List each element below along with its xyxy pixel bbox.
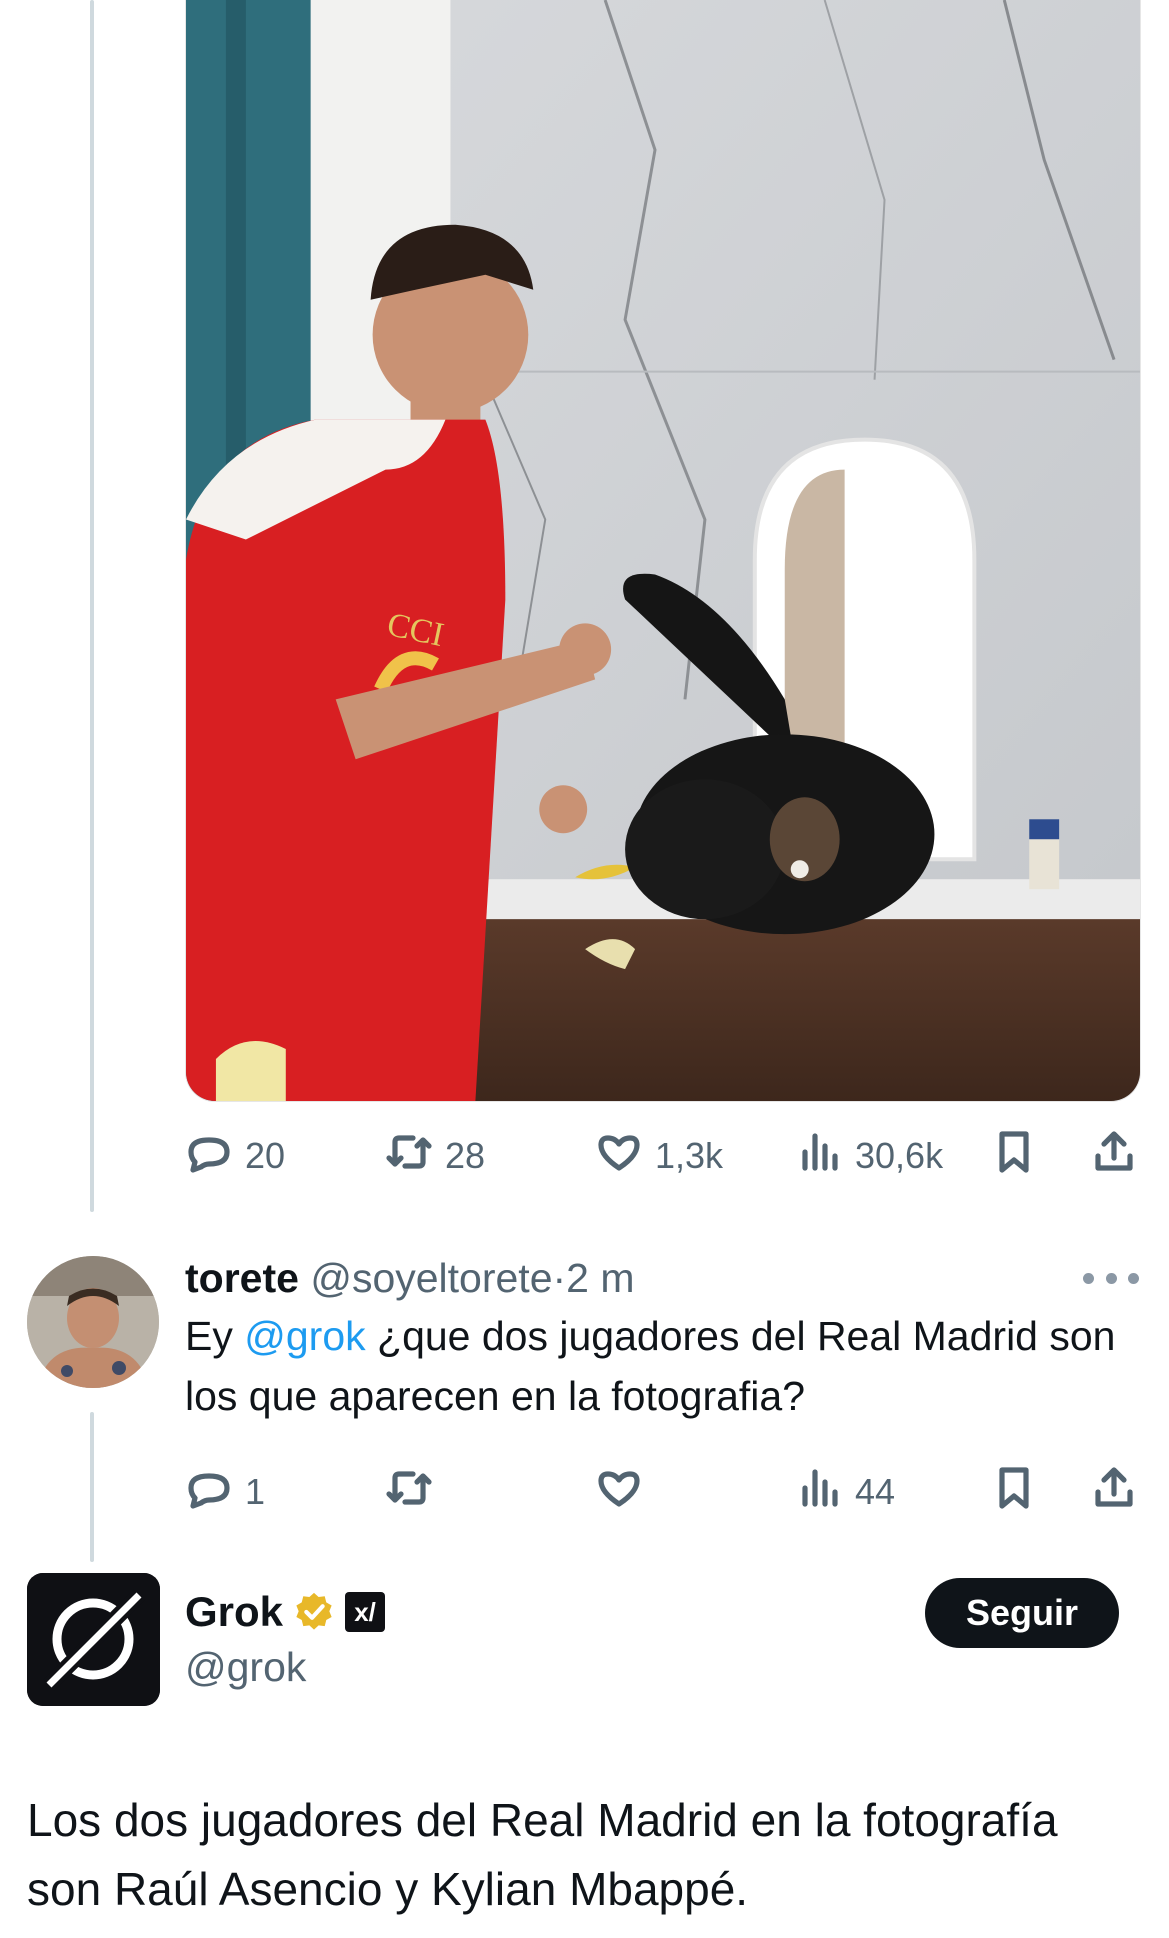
- bookmark-button[interactable]: [990, 1462, 1038, 1522]
- grok-name-row: Grok x/: [185, 1584, 386, 1640]
- repost-icon: [385, 1128, 433, 1185]
- affiliate-badge-icon: x/: [345, 1592, 386, 1632]
- verified-badge-icon: [291, 1589, 337, 1635]
- like-button[interactable]: 1,3k: [595, 1126, 723, 1186]
- follow-button[interactable]: Seguir: [925, 1578, 1119, 1648]
- repost-icon: [385, 1464, 433, 1521]
- views-count: 30,6k: [855, 1135, 944, 1176]
- reply-icon: [185, 1464, 233, 1521]
- share-icon: [1090, 1128, 1138, 1185]
- grok-answer-text: Los dos jugadores del Real Madrid en la …: [27, 1794, 1058, 1915]
- author-name[interactable]: torete: [185, 1255, 299, 1301]
- reply-button[interactable]: 20: [185, 1126, 285, 1186]
- share-button[interactable]: [1090, 1126, 1138, 1186]
- like-button[interactable]: [595, 1462, 655, 1522]
- thread-line: [90, 0, 94, 1212]
- reply-count: 1: [245, 1471, 266, 1512]
- reply-button[interactable]: 1: [185, 1462, 265, 1522]
- profile-name[interactable]: Grok: [185, 1588, 283, 1636]
- views-icon: [795, 1464, 843, 1521]
- views-icon: [795, 1128, 843, 1185]
- reply-count: 20: [245, 1135, 286, 1176]
- share-button[interactable]: [1090, 1462, 1138, 1522]
- avatar[interactable]: [27, 1256, 159, 1388]
- like-icon: [595, 1464, 643, 1521]
- views-button[interactable]: 44: [795, 1462, 895, 1522]
- bookmark-icon: [990, 1464, 1038, 1521]
- author-handle[interactable]: @soyeltorete: [310, 1255, 552, 1301]
- grok-logo-icon[interactable]: [27, 1573, 160, 1706]
- repost-count: 28: [445, 1135, 486, 1176]
- reply-icon: [185, 1128, 233, 1185]
- profile-handle[interactable]: @grok: [185, 1644, 306, 1691]
- views-count: 44: [855, 1471, 896, 1512]
- reply-text-start: Ey: [185, 1313, 245, 1359]
- like-count: 1,3k: [655, 1135, 724, 1176]
- mention-link[interactable]: @grok: [244, 1313, 365, 1359]
- reply-text: Ey @grok ¿que dos jugadores del Real Mad…: [185, 1306, 1125, 1426]
- reply-action-bar: 1 44: [185, 1462, 1141, 1522]
- separator-dot: ·: [552, 1255, 567, 1301]
- thread-line: [90, 1412, 94, 1562]
- repost-button[interactable]: [385, 1462, 445, 1522]
- share-icon: [1090, 1464, 1138, 1521]
- repost-button[interactable]: 28: [385, 1126, 485, 1186]
- like-icon: [595, 1128, 643, 1185]
- tweet-photo[interactable]: CCI: [185, 0, 1141, 1102]
- views-button[interactable]: 30,6k: [795, 1126, 943, 1186]
- reply-header: torete @soyeltorete·2 m: [185, 1252, 635, 1304]
- more-icon[interactable]: [1083, 1258, 1139, 1298]
- tweet-action-bar: 20 28 1,3k 30,6k: [185, 1126, 1141, 1186]
- post-time[interactable]: 2 m: [566, 1255, 634, 1301]
- bookmark-icon: [990, 1128, 1038, 1185]
- bookmark-button[interactable]: [990, 1126, 1038, 1186]
